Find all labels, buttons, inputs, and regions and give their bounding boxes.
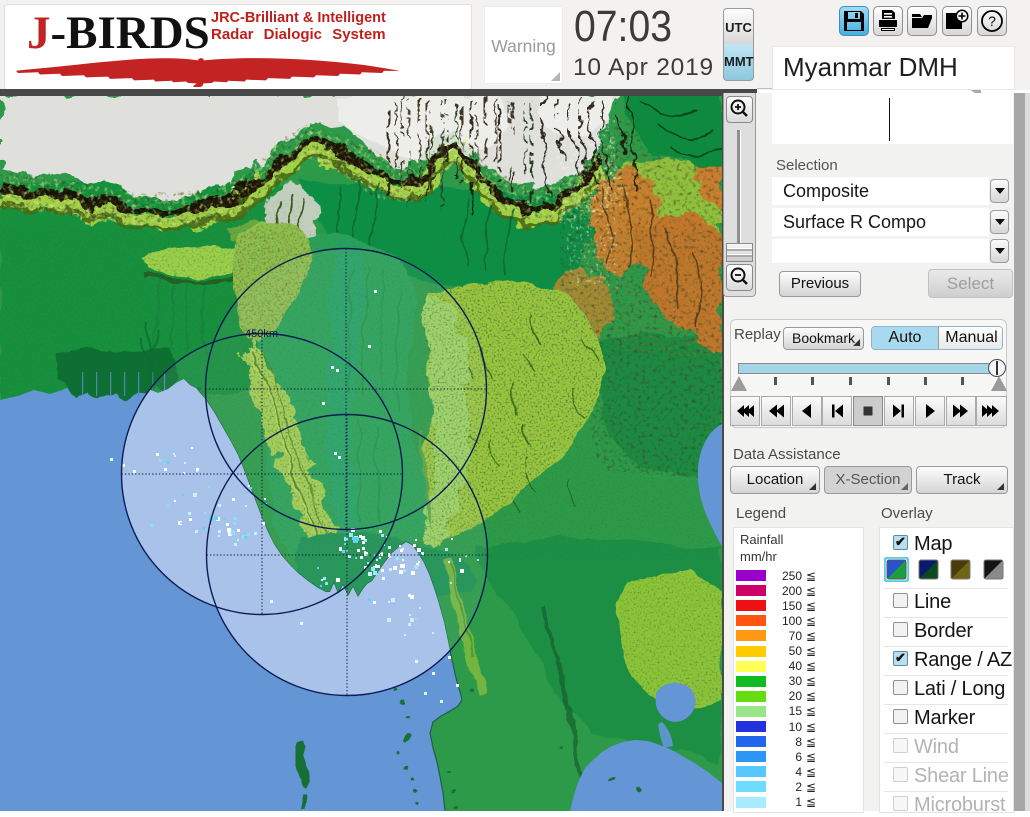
svg-text:?: ?: [988, 13, 996, 29]
svg-text:450km: 450km: [245, 328, 278, 340]
